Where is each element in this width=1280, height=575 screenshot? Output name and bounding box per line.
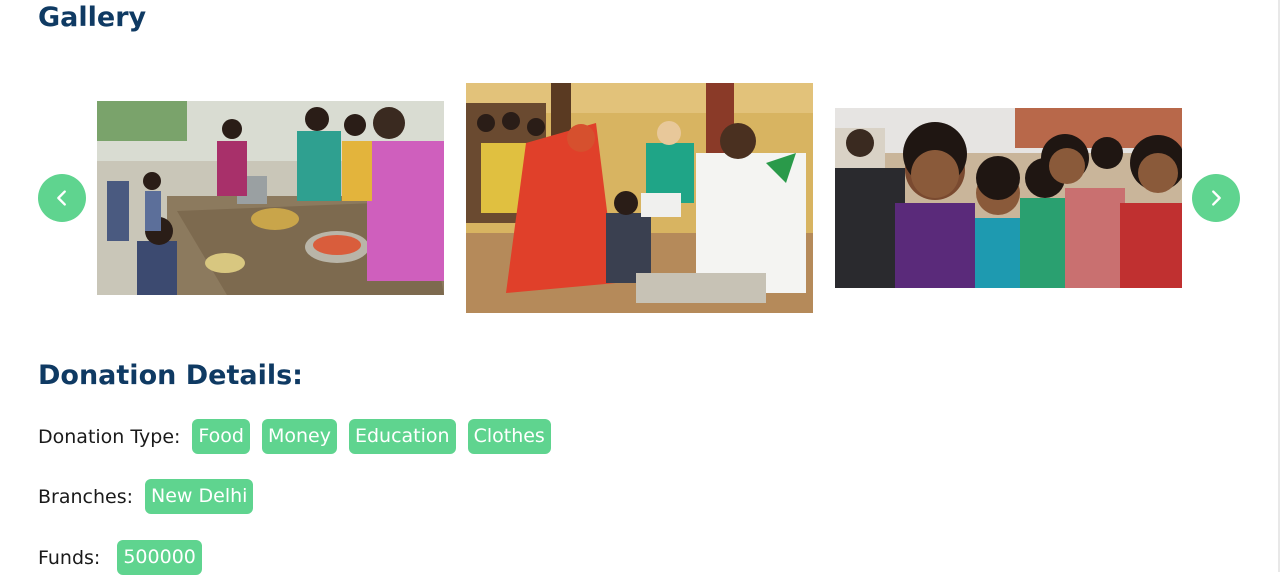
chevron-left-icon	[57, 190, 66, 206]
food-distribution-photo	[97, 101, 444, 295]
funds-row: Funds: 500000	[38, 540, 214, 575]
carousel-next-button[interactable]	[1192, 174, 1240, 222]
chevron-right-icon	[1212, 190, 1221, 206]
smiling-children-photo	[835, 108, 1182, 288]
donation-type-row: Donation Type: Food Money Education Clot…	[38, 419, 563, 454]
branches-row: Branches: New Delhi	[38, 479, 265, 514]
donation-type-tag: Money	[261, 419, 337, 454]
medical-camp-photo	[466, 83, 813, 313]
gallery-photo-smiling-children[interactable]	[835, 108, 1182, 288]
carousel-prev-button[interactable]	[38, 174, 86, 222]
donation-type-tag: Food	[192, 419, 250, 454]
gallery-title: Gallery	[38, 2, 147, 33]
funds-value-tag: 500000	[117, 540, 202, 575]
branch-tag: New Delhi	[145, 479, 254, 514]
gallery-photo-medical-camp[interactable]	[466, 83, 813, 313]
funds-label: Funds:	[38, 546, 101, 569]
donation-type-label: Donation Type:	[38, 425, 181, 448]
donation-type-tag: Education	[348, 419, 456, 454]
donation-type-tag: Clothes	[467, 419, 551, 454]
donation-details-title: Donation Details:	[38, 360, 303, 391]
gallery-photo-food-distribution[interactable]	[97, 101, 444, 295]
branches-label: Branches:	[38, 485, 134, 508]
